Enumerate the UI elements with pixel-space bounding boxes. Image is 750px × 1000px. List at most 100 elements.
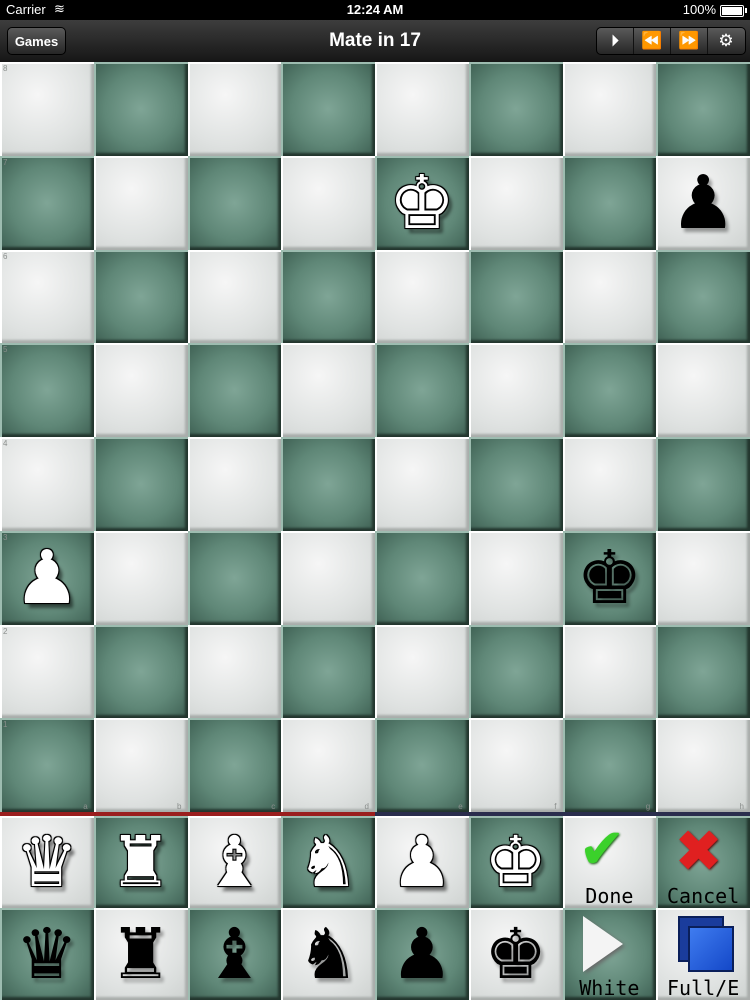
square-a3[interactable]: 3 ♟ — [0, 530, 94, 625]
palette-slot-white-rook[interactable]: ♜ — [93, 816, 188, 908]
square-g4[interactable] — [562, 437, 657, 531]
nav-bar: Games Mate in 17 ⏵ ⏪ ⏩ ⚙ — [0, 20, 750, 63]
square-g1[interactable]: g — [562, 718, 657, 812]
square-f1[interactable]: f — [468, 718, 563, 812]
rank-label: 1 — [3, 720, 8, 730]
chess-board: 8 7 ♚ ♟ 6 5 4 3 ♟ ♚ 2 1 a b c d e f g h — [0, 62, 750, 812]
full-board-button[interactable]: Full/E — [656, 908, 750, 1000]
square-c6[interactable] — [187, 249, 282, 344]
square-g8[interactable] — [562, 62, 657, 156]
square-f8[interactable] — [468, 62, 563, 156]
square-a7[interactable]: 7 — [0, 155, 94, 250]
square-a8[interactable]: 8 — [0, 62, 94, 156]
square-e4[interactable] — [375, 437, 469, 531]
square-b7[interactable] — [93, 155, 188, 250]
battery-tip — [745, 8, 747, 13]
clock: 12:24 AM — [346, 2, 404, 17]
square-c7[interactable] — [187, 155, 282, 250]
square-h5[interactable] — [656, 343, 750, 437]
black-king-icon: ♚ — [484, 913, 547, 995]
square-g7[interactable] — [562, 155, 657, 250]
square-c4[interactable] — [187, 437, 282, 531]
square-c5[interactable] — [187, 343, 282, 437]
white-pawn-icon[interactable]: ♟ — [0, 531, 94, 625]
square-f3[interactable] — [468, 530, 563, 625]
gear-icon[interactable]: ⚙ — [708, 28, 744, 54]
square-d5[interactable] — [281, 343, 375, 437]
square-f6[interactable] — [468, 249, 563, 344]
square-f7[interactable] — [468, 155, 563, 250]
square-e8[interactable] — [375, 62, 469, 156]
square-f5[interactable] — [468, 343, 563, 437]
square-b1[interactable]: b — [93, 718, 188, 812]
square-d6[interactable] — [281, 249, 375, 344]
palette-slot-white-knight[interactable]: ♞ — [281, 816, 375, 908]
square-d2[interactable] — [281, 624, 375, 719]
square-h7[interactable]: ♟ — [656, 155, 750, 250]
square-g3[interactable]: ♚ — [562, 530, 657, 625]
square-d1[interactable]: d — [281, 718, 375, 812]
rewind-icon[interactable]: ⏪ — [634, 28, 671, 54]
black-pawn-icon[interactable]: ♟ — [656, 156, 750, 250]
square-f4[interactable] — [468, 437, 563, 531]
palette-slot-black-rook[interactable]: ♜ — [93, 908, 188, 1000]
square-e7[interactable]: ♚ — [375, 155, 469, 250]
status-bar: Carrier ≋ 12:24 AM 100% — [0, 0, 750, 20]
square-c3[interactable] — [187, 530, 282, 625]
square-b8[interactable] — [93, 62, 188, 156]
palette-slot-white-bishop[interactable]: ♝ — [187, 816, 282, 908]
black-king-icon[interactable]: ♚ — [563, 531, 657, 625]
square-d8[interactable] — [281, 62, 375, 156]
done-button[interactable]: ✔ Done — [562, 816, 657, 908]
square-a1[interactable]: 1a — [0, 718, 94, 812]
fast-forward-icon[interactable]: ⏩ — [671, 28, 708, 54]
square-e6[interactable] — [375, 249, 469, 344]
square-e1[interactable]: e — [375, 718, 469, 812]
black-pawn-icon: ♟ — [390, 913, 454, 995]
white-king-icon[interactable]: ♚ — [375, 156, 469, 250]
square-h8[interactable] — [656, 62, 750, 156]
square-h4[interactable] — [656, 437, 750, 531]
rank-label: 4 — [3, 439, 8, 448]
square-a5[interactable]: 5 — [0, 343, 94, 437]
square-e3[interactable] — [375, 530, 469, 625]
square-h1[interactable]: h — [656, 718, 750, 812]
black-bishop-icon: ♝ — [202, 913, 266, 995]
square-b3[interactable] — [93, 530, 188, 625]
square-d7[interactable] — [281, 155, 375, 250]
square-c1[interactable]: c — [187, 718, 282, 812]
step-play-icon[interactable]: ⏵ — [597, 28, 634, 54]
palette-slot-black-king[interactable]: ♚ — [468, 908, 563, 1000]
palette-slot-black-pawn[interactable]: ♟ — [375, 908, 469, 1000]
palette-slot-white-queen[interactable]: ♛ — [0, 816, 94, 908]
rank-label: 5 — [3, 345, 8, 355]
square-g5[interactable] — [562, 343, 657, 437]
square-g6[interactable] — [562, 249, 657, 344]
square-a2[interactable]: 2 — [0, 624, 94, 719]
square-e2[interactable] — [375, 624, 469, 719]
palette-slot-black-queen[interactable]: ♛ — [0, 908, 94, 1000]
square-b5[interactable] — [93, 343, 188, 437]
palette-slot-white-pawn[interactable]: ♟ — [375, 816, 469, 908]
square-a4[interactable]: 4 — [0, 437, 94, 531]
palette-slot-black-knight[interactable]: ♞ — [281, 908, 375, 1000]
palette-slot-white-king[interactable]: ♚ — [468, 816, 563, 908]
square-h3[interactable] — [656, 530, 750, 625]
square-f2[interactable] — [468, 624, 563, 719]
square-b6[interactable] — [93, 249, 188, 344]
square-h2[interactable] — [656, 624, 750, 719]
file-label: f — [554, 802, 557, 811]
cancel-button[interactable]: ✖ Cancel — [656, 816, 750, 908]
square-c2[interactable] — [187, 624, 282, 719]
square-c8[interactable] — [187, 62, 282, 156]
square-b2[interactable] — [93, 624, 188, 719]
square-a6[interactable]: 6 — [0, 249, 94, 344]
square-b4[interactable] — [93, 437, 188, 531]
square-e5[interactable] — [375, 343, 469, 437]
square-h6[interactable] — [656, 249, 750, 344]
square-d4[interactable] — [281, 437, 375, 531]
square-d3[interactable] — [281, 530, 375, 625]
side-to-move-button[interactable]: White — [562, 908, 657, 1000]
palette-slot-black-bishop[interactable]: ♝ — [187, 908, 282, 1000]
square-g2[interactable] — [562, 624, 657, 719]
